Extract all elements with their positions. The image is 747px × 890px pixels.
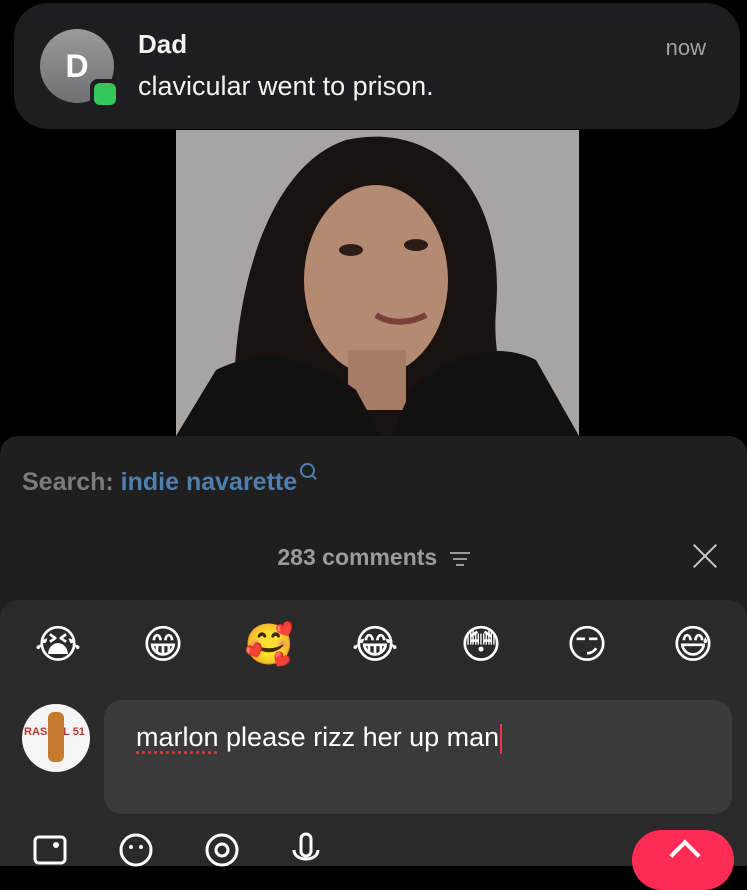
close-icon[interactable] [691,542,719,570]
filter-icon[interactable] [449,551,470,567]
search-term[interactable]: indie navarette [121,468,297,496]
image-icon[interactable] [32,832,68,868]
emoji-grinning[interactable]: 😁 [138,620,188,670]
comment-input[interactable]: marlon please rizz her up man [104,700,732,814]
send-button[interactable] [632,830,734,890]
input-rest-text: please rizz her up man [218,722,500,752]
emoji-icon[interactable] [118,832,154,868]
video-frame[interactable] [176,130,579,436]
search-suggestion[interactable]: Search: indie navarette [22,463,316,497]
emoji-smiling-hearts[interactable]: 🥰 [244,620,294,670]
mention-icon[interactable] [204,832,240,868]
comment-composer: 😭 😁 🥰 😂 😳 😏 😅 RASCAL 51 marlon please ri… [0,600,747,890]
comments-count: 283 comments [0,544,747,571]
notification-sender: Dad [138,29,188,59]
video-still-image [176,130,579,436]
microphone-icon[interactable] [288,832,324,868]
avatar[interactable]: RASCAL 51 [22,704,90,772]
notification-message: clavicular went to prison. [138,71,434,101]
input-misspelled-word: marlon [136,722,219,752]
notification-time: now [665,35,706,60]
notification-banner[interactable]: D Dad clavicular went to prison. now [14,3,740,129]
search-icon [300,463,316,478]
messages-icon [90,79,120,109]
emoji-tears-of-joy[interactable]: 😂 [350,620,400,670]
emoji-bar: 😭 😁 🥰 😂 😳 😏 😅 [0,620,747,680]
emoji-flushed[interactable]: 😳 [456,620,506,670]
emoji-smirking[interactable]: 😏 [562,620,612,670]
emoji-loudly-crying[interactable]: 😭 [33,620,83,670]
search-label: Search: [22,468,114,496]
emoji-sweat-smile[interactable]: 😅 [668,620,718,670]
text-caret [500,723,503,754]
